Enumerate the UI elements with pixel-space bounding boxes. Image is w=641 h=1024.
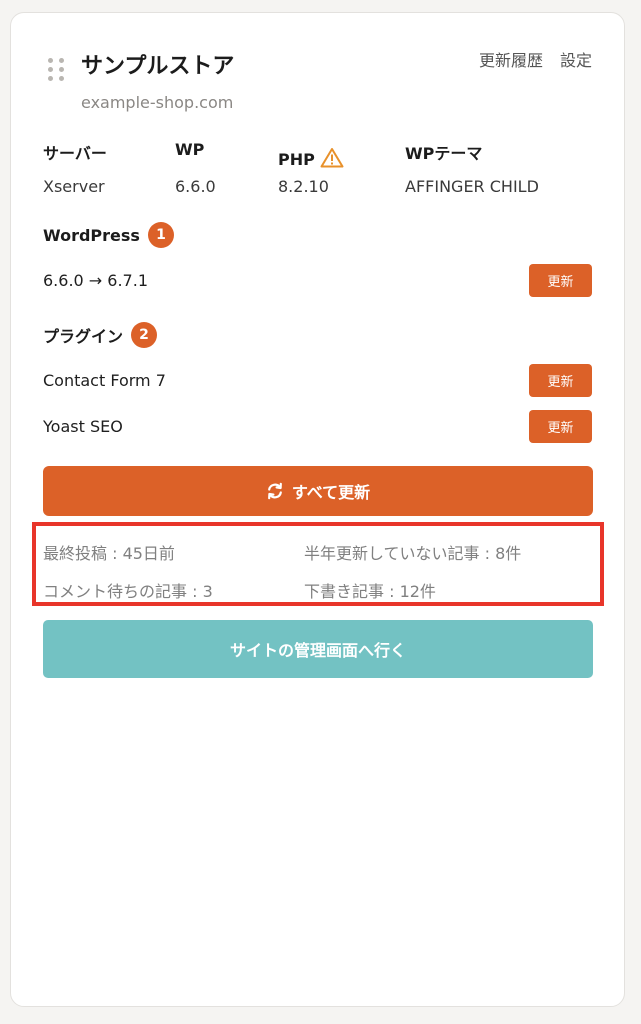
site-card: サンプルストア example-shop.com 更新履歴 設定 サーバー Xs… <box>10 12 625 1007</box>
update-all-label: すべて更新 <box>291 483 371 502</box>
plugin-name: Yoast SEO <box>43 417 123 436</box>
pending-comments-stat: コメント待ちの記事 : 3 <box>43 582 213 601</box>
wp-value: 6.6.0 <box>175 177 216 196</box>
plugin-update-button-yoast-seo[interactable]: 更新 <box>529 410 592 443</box>
refresh-icon <box>267 482 282 500</box>
php-label: PHP <box>278 150 315 169</box>
last-post-stat: 最終投稿 : 45日前 <box>43 544 175 563</box>
wordpress-title: WordPress <box>43 225 140 245</box>
wordpress-update-button[interactable]: 更新 <box>529 264 592 297</box>
theme-label: WPテーマ <box>405 144 483 163</box>
wordpress-update-count-badge: 1 <box>147 222 174 248</box>
settings-link[interactable]: 設定 <box>560 47 592 71</box>
update-all-button[interactable]: すべて更新 <box>43 466 593 516</box>
header-links: 更新履歴 設定 <box>479 47 592 71</box>
site-name: サンプルストア <box>81 54 235 79</box>
theme-value: AFFINGER CHILD <box>405 177 539 196</box>
server-label: サーバー <box>43 144 107 163</box>
stale-posts-stat: 半年更新していない記事 : 8件 <box>304 544 522 563</box>
plugin-update-button-contact-form-7[interactable]: 更新 <box>529 364 592 397</box>
server-value: Xserver <box>43 177 105 196</box>
admin-dashboard-button[interactable]: サイトの管理画面へ行く <box>43 620 593 678</box>
drafts-stat: 下書き記事 : 12件 <box>304 582 436 601</box>
wordpress-update-version: 6.6.0 → 6.7.1 <box>43 271 148 290</box>
wp-label: WP <box>175 140 205 159</box>
drag-handle-icon[interactable] <box>48 58 64 88</box>
plugin-name: Contact Form 7 <box>43 371 166 390</box>
wordpress-section-title: WordPress 1 <box>43 222 174 248</box>
site-url: example-shop.com <box>81 93 234 112</box>
warning-icon <box>320 147 344 172</box>
php-value: 8.2.10 <box>278 177 329 196</box>
plugins-section-title: プラグイン 2 <box>43 322 158 348</box>
history-link[interactable]: 更新履歴 <box>479 47 543 71</box>
plugins-title: プラグイン <box>43 327 124 346</box>
php-label-wrap: PHP <box>278 147 344 172</box>
plugins-update-count-badge: 2 <box>131 322 158 348</box>
